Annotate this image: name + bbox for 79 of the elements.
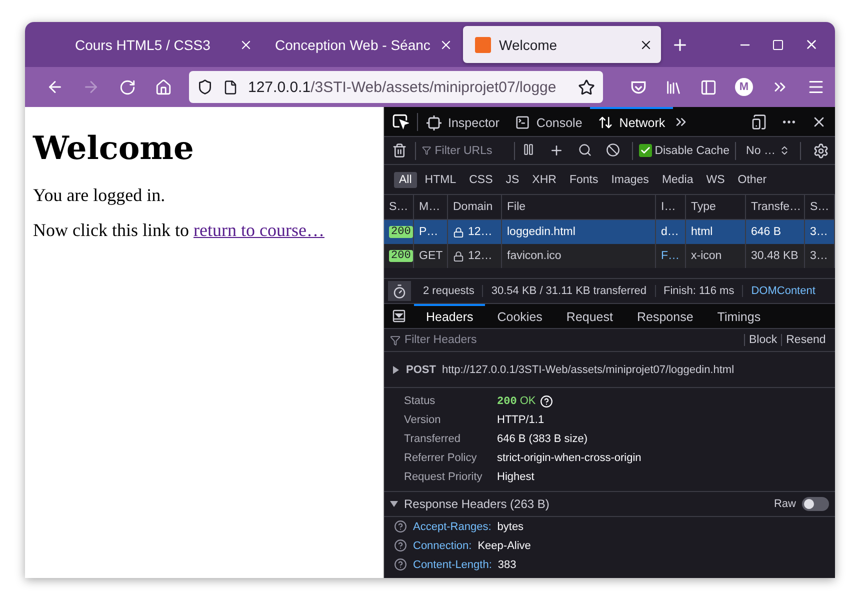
- request-method: POST: [406, 364, 436, 376]
- header-value: Keep-Alive: [478, 540, 531, 552]
- disable-cache-checkbox[interactable]: Disable Cache: [638, 144, 730, 157]
- column-header[interactable]: Transfe…: [746, 195, 805, 219]
- status-value: 200 OK: [497, 395, 536, 408]
- throttling-dropdown[interactable]: No …: [742, 144, 794, 156]
- status-code: 200: [389, 226, 413, 238]
- table-cell: 3…: [805, 244, 835, 268]
- type-filter[interactable]: HTML: [420, 172, 462, 188]
- status-code: 200: [389, 250, 413, 262]
- detail-tab[interactable]: Cookies: [485, 304, 554, 328]
- summary-label: Status: [404, 394, 436, 409]
- page-heading: Welcome: [33, 129, 195, 167]
- summary-value: HTTP/1.1: [497, 413, 546, 428]
- summary-value: Highest: [497, 470, 536, 485]
- type-filter[interactable]: Media: [656, 172, 698, 188]
- type-filter[interactable]: Images: [606, 172, 654, 188]
- header-name: Content-Length:: [413, 558, 492, 570]
- type-filter[interactable]: JS: [500, 172, 524, 188]
- filter-headers-field[interactable]: Filter Headers: [404, 334, 738, 346]
- type-filter[interactable]: XHR: [527, 172, 562, 188]
- type-filter[interactable]: All: [394, 172, 417, 188]
- table-cell: 30.48 KB: [746, 244, 805, 268]
- section-title[interactable]: Response Headers (263 B): [404, 497, 550, 511]
- column-header[interactable]: M…: [414, 195, 448, 219]
- summary-value: strict-origin-when-cross-origin: [497, 451, 642, 466]
- header-value: 383: [498, 558, 516, 570]
- url-text[interactable]: 127.0.0.1/3STI-Web/assets/miniprojet07/logge: [248, 78, 568, 96]
- finish-time: Finish: 116 ms: [656, 285, 744, 297]
- tab-title: Cours HTML5 / CSS3: [75, 36, 212, 52]
- browser-tab[interactable]: Welcome: [463, 26, 661, 63]
- filter-field[interactable]: Filter URLs: [434, 144, 502, 156]
- detail-tab[interactable]: Response: [624, 304, 706, 328]
- transferred-size: 30.54 KB / 31.11 KB transferred: [483, 285, 656, 297]
- header-value: bytes: [497, 520, 524, 532]
- column-header[interactable]: Type: [686, 195, 746, 219]
- summary-label: Request Priority: [404, 470, 484, 485]
- paragraph: Now click this link to return to course…: [33, 220, 326, 241]
- header-action[interactable]: Resend: [781, 334, 830, 346]
- column-header[interactable]: S…: [805, 195, 835, 219]
- column-header[interactable]: I…: [656, 195, 686, 219]
- table-cell: GET: [414, 244, 448, 268]
- column-header[interactable]: S…: [384, 195, 414, 219]
- tab-title: Welcome: [499, 36, 558, 52]
- request-url: http://127.0.0.1/3STI-Web/assets/miniprojet07/loggedin.html: [442, 364, 734, 376]
- request-count: 2 requests: [415, 285, 484, 297]
- summary-label: Referrer Policy: [404, 451, 478, 466]
- browser-tab[interactable]: Cours HTML5 / CSS3: [63, 26, 261, 63]
- request-row[interactable]: 200 GET 12… favicon.ico F… x-icon 30.48 KB 3…: [384, 244, 835, 268]
- summary-value: 646 B (383 B size): [497, 432, 588, 447]
- course-link[interactable]: return to course…: [194, 220, 324, 240]
- dom-content-loaded: DOMContent: [750, 285, 816, 297]
- header-name: Accept-Ranges:: [413, 520, 492, 532]
- tab-title: Conception Web - Séanc: [275, 36, 431, 52]
- raw-label: Raw: [774, 498, 796, 510]
- table-cell: 12…: [468, 250, 492, 262]
- detail-tab[interactable]: Request: [554, 304, 625, 328]
- detail-tab[interactable]: Timings: [705, 304, 773, 328]
- table-cell: favicon.ico: [502, 244, 656, 268]
- browser-tab[interactable]: Conception Web - Séanc: [263, 26, 461, 63]
- type-filter[interactable]: Other: [732, 172, 772, 188]
- header-action[interactable]: Block: [744, 334, 782, 346]
- initiator-link[interactable]: F…: [656, 244, 686, 268]
- table-cell: x-icon: [686, 244, 746, 268]
- type-filter[interactable]: CSS: [464, 172, 498, 188]
- url-field[interactable]: 127.0.0.1/3STI-Web/assets/miniprojet07/logge: [189, 71, 603, 103]
- type-filter[interactable]: WS: [701, 172, 730, 188]
- request-row[interactable]: 200 P… 12… loggedin.html d… html 646 B 3…: [384, 220, 835, 244]
- paragraph: You are logged in.: [33, 185, 166, 206]
- type-filter[interactable]: Fonts: [564, 172, 604, 188]
- column-header[interactable]: File: [502, 195, 656, 219]
- table-cell: 12…: [468, 226, 492, 238]
- summary-label: Transferred: [404, 432, 462, 447]
- header-name: Connection:: [413, 540, 472, 552]
- summary-label: Version: [404, 413, 442, 428]
- devtools-tab[interactable]: Inspector: [418, 107, 508, 136]
- column-header[interactable]: Domain: [448, 195, 502, 219]
- devtools-tab[interactable]: Console: [507, 107, 590, 136]
- account-avatar[interactable]: M: [735, 78, 753, 96]
